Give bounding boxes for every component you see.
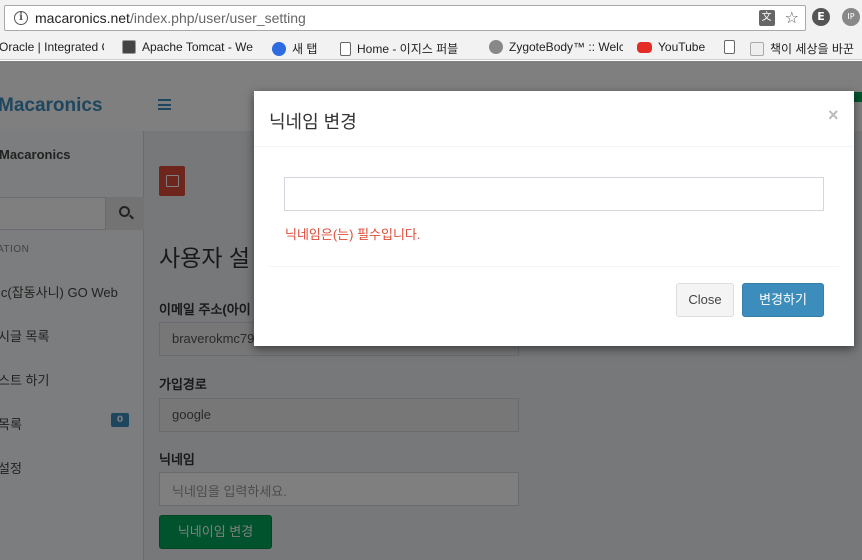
zygote-icon [489,40,503,54]
book-icon [750,41,764,56]
nickname-input[interactable] [284,177,824,211]
close-button[interactable]: Close [676,283,734,317]
bookmark-blank[interactable] [724,40,740,54]
bookmark-home[interactable]: Home - 이지스 퍼블 [340,40,472,57]
page-icon [340,41,351,56]
browser-toolbar: i macaronics.net/index.php/user/user_set… [0,0,862,36]
ip-extension-icon[interactable]: IP [842,8,860,26]
translate-icon[interactable]: 文 [758,10,775,26]
bookmark-book[interactable]: 책이 세상을 바꾼 [750,40,862,57]
address-bar[interactable]: i macaronics.net/index.php/user/user_set… [4,5,806,31]
nickname-modal: 닉네임 변경 × 닉네임은(는) 필수입니다. Close 변경하기 [254,91,854,346]
bookmark-new-tab[interactable]: 새 탭 [272,40,332,57]
submit-button[interactable]: 변경하기 [742,283,824,317]
page-icon [724,40,735,54]
bookmarks-bar: Oracle | Integrated C Apache Tomcat - We… [0,36,862,60]
youtube-icon [637,41,652,53]
modal-footer: Close 변경하기 [269,266,839,346]
search-icon [272,41,286,56]
modal-body: 닉네임은(는) 필수입니다. [254,147,854,267]
star-icon[interactable]: ☆ [785,9,799,27]
extension-icon[interactable]: E [812,8,830,26]
bookmark-zygote[interactable]: ZygoteBody™ :: Welc [489,40,623,54]
info-icon[interactable]: i [14,11,28,25]
bookmark-youtube[interactable]: YouTube [637,40,717,54]
bookmark-oracle[interactable]: Oracle | Integrated C [0,40,104,54]
tomcat-icon [122,40,136,54]
modal-header: 닉네임 변경 × [254,91,854,147]
bookmark-tomcat[interactable]: Apache Tomcat - We [122,40,260,54]
error-message: 닉네임은(는) 필수입니다. [285,227,421,242]
modal-title: 닉네임 변경 [269,112,357,132]
close-icon[interactable]: × [828,105,839,126]
url-text: macaronics.net/index.php/user/user_setti… [35,10,306,26]
